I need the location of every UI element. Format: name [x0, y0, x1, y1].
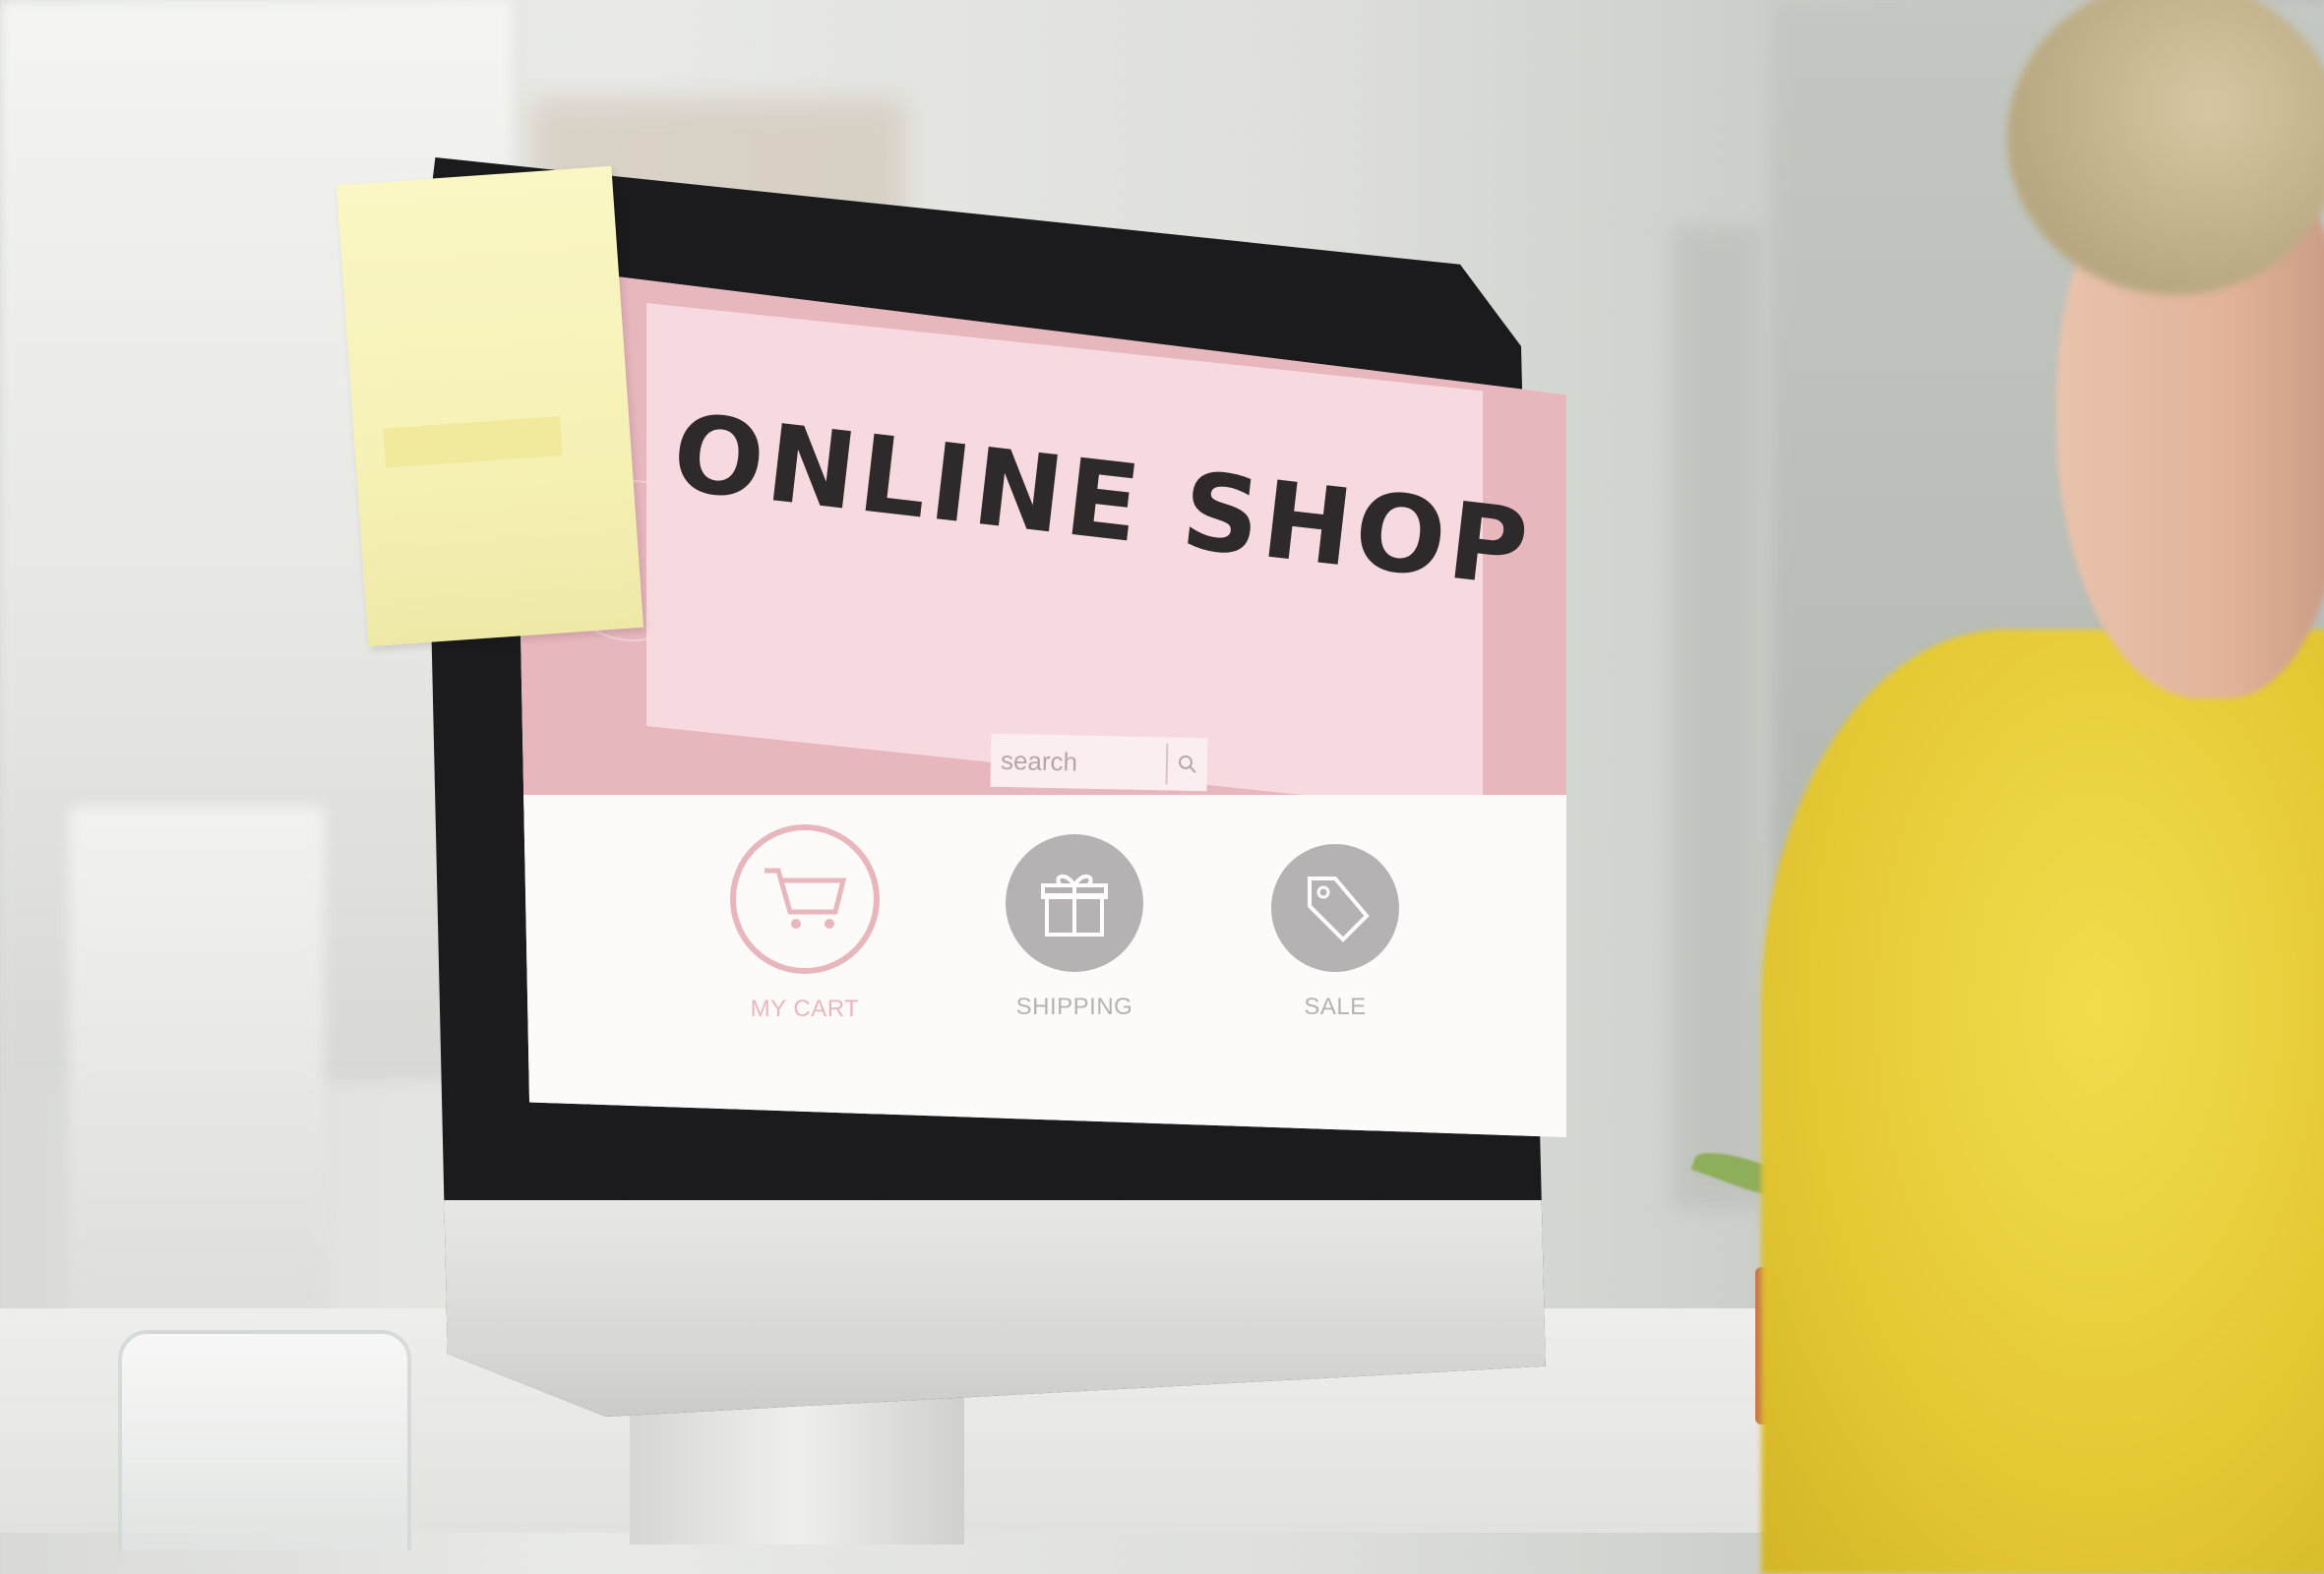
shopping-cart-icon[interactable]: [730, 824, 880, 974]
background-monitor: [69, 807, 325, 1358]
feature-shipping[interactable]: SHIPPING: [1006, 834, 1143, 1021]
background-pillar: [1673, 226, 1761, 1210]
feature-label-my-cart: MY CART: [750, 996, 860, 1022]
feature-label-sale: SALE: [1304, 994, 1367, 1020]
monitor-screen: ONLINE SHOP search MY CART SHIPPING SALE: [514, 264, 1566, 1137]
gift-box-icon[interactable]: [1006, 834, 1143, 972]
feature-label-shipping: SHIPPING: [1015, 994, 1133, 1020]
shop-features: MY CART SHIPPING SALE: [514, 795, 1566, 1137]
search-box[interactable]: search: [990, 733, 1208, 792]
sticky-note: [336, 165, 644, 647]
person-sweater: [1761, 630, 2324, 1574]
search-input[interactable]: search: [991, 745, 1167, 779]
feature-sale[interactable]: SALE: [1271, 844, 1399, 1021]
feature-my-cart[interactable]: MY CART: [730, 824, 880, 1023]
water-glass: [118, 1330, 411, 1550]
price-tag-icon[interactable]: [1271, 844, 1399, 972]
sticky-note-fold: [383, 416, 563, 468]
search-icon[interactable]: [1168, 744, 1208, 784]
